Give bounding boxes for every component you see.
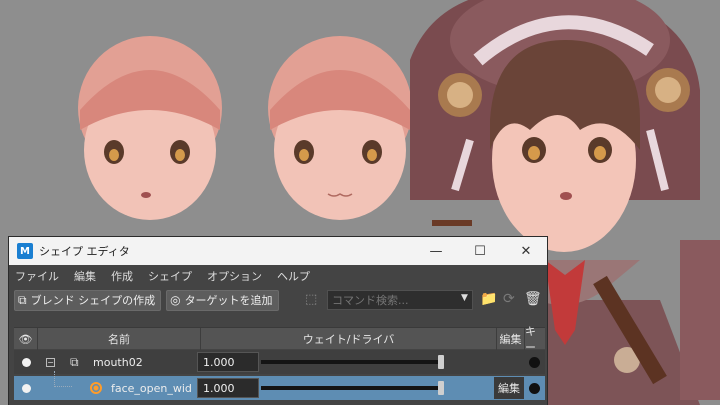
edit-button[interactable]: 編集: [494, 377, 524, 399]
weight-input[interactable]: 1.000: [197, 378, 259, 398]
slider-handle[interactable]: [438, 381, 444, 395]
trash-icon[interactable]: 🗑: [524, 291, 542, 307]
maya-app-icon: M: [17, 243, 33, 259]
menu-shape[interactable]: シェイプ: [148, 268, 192, 284]
minimize-button[interactable]: —: [413, 237, 459, 265]
shape-editor-window: M シェイプ エディタ — ☐ ✕ ファイル 編集 作成 シェイプ オプション …: [8, 236, 548, 405]
weight-slider[interactable]: [261, 381, 444, 395]
chevron-down-icon[interactable]: ▼: [461, 293, 468, 303]
window-titlebar[interactable]: M シェイプ エディタ — ☐ ✕: [9, 237, 547, 265]
command-icon: ⬚: [305, 292, 318, 307]
folder-add-icon[interactable]: 📁: [480, 291, 497, 307]
menu-create[interactable]: 作成: [111, 268, 133, 284]
column-header-key[interactable]: キー: [525, 325, 545, 354]
maximize-button[interactable]: ☐: [457, 237, 503, 265]
table-row[interactable]: − ⧉ mouth02 1.000: [14, 350, 545, 374]
menu-options[interactable]: オプション: [207, 268, 262, 284]
tree-connector: [54, 371, 72, 387]
refresh-icon[interactable]: ⟳: [503, 291, 515, 307]
head-model-middle: [268, 36, 412, 220]
create-blend-shape-button[interactable]: ⧉ ブレンド シェイプの作成: [14, 289, 162, 311]
column-header-edit[interactable]: 編集: [497, 328, 525, 350]
command-search-input[interactable]: [327, 290, 473, 310]
blend-shape-icon: ⧉: [18, 292, 27, 307]
menu-edit[interactable]: 編集: [74, 268, 96, 284]
visibility-toggle[interactable]: [22, 383, 31, 393]
key-button[interactable]: [529, 356, 540, 368]
menu-help[interactable]: ヘルプ: [277, 268, 310, 284]
toolbar: ⧉ ブレンド シェイプの作成 ◎ ターゲットを追加 ⬚ ▼ 📁 ⟳ 🗑: [9, 287, 547, 313]
eye-icon[interactable]: 👁: [14, 328, 38, 350]
weight-input[interactable]: 1.000: [197, 352, 259, 372]
close-button[interactable]: ✕: [503, 237, 547, 265]
column-header-name[interactable]: 名前: [38, 328, 201, 350]
grid-header: 👁 名前 ウェイト/ドライバ 編集 キー: [14, 325, 545, 354]
add-target-button[interactable]: ◎ ターゲットを追加: [166, 289, 279, 311]
target-icon: [90, 382, 102, 394]
weight-slider[interactable]: [261, 355, 444, 369]
menu-file[interactable]: ファイル: [15, 268, 59, 284]
row-name[interactable]: mouth02: [93, 356, 143, 369]
visibility-toggle[interactable]: [22, 357, 31, 367]
head-model-left: [78, 36, 222, 220]
table-row[interactable]: face_open_wid 1.000 編集: [14, 371, 545, 400]
slider-fill: [261, 386, 441, 390]
column-header-weight[interactable]: ウェイト/ドライバ: [201, 328, 497, 350]
add-target-icon: ◎: [170, 293, 181, 307]
window-title: シェイプ エディタ: [39, 245, 130, 258]
collapse-icon[interactable]: −: [46, 357, 55, 367]
create-blend-shape-label: ブレンド シェイプの作成: [30, 294, 156, 307]
menu-bar: ファイル 編集 作成 シェイプ オプション ヘルプ: [9, 265, 547, 287]
blend-shape-node-icon: ⧉: [70, 354, 79, 369]
add-target-label: ターゲットを追加: [184, 294, 273, 307]
slider-handle[interactable]: [438, 355, 444, 369]
row-name[interactable]: face_open_wid: [111, 382, 192, 395]
key-button[interactable]: [529, 382, 540, 394]
slider-fill: [261, 360, 441, 364]
